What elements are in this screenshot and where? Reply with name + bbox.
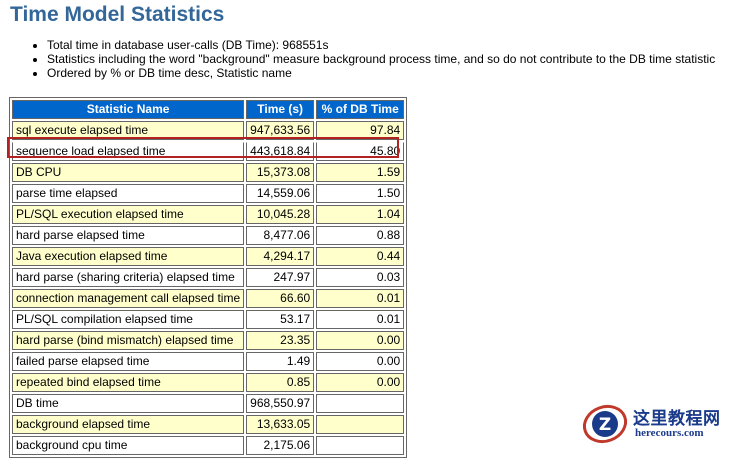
- cell-time: 968,550.97: [246, 394, 315, 413]
- cell-statistic-name: hard parse elapsed time: [12, 226, 245, 245]
- cell-statistic-name: DB CPU: [12, 163, 245, 182]
- watermark-logo-icon: Z: [582, 404, 628, 444]
- cell-time: 66.60: [246, 289, 315, 308]
- table-row: DB time 968,550.97: [12, 394, 405, 413]
- table-row-highlighted: sequence load elapsed time 443,618.84 45…: [12, 142, 405, 161]
- cell-time: 15,373.08: [246, 163, 315, 182]
- svg-text:Z: Z: [599, 415, 611, 435]
- watermark-url: herecours.com: [635, 427, 704, 439]
- cell-statistic-name: sql execute elapsed time: [12, 121, 245, 140]
- cell-pct: 0.03: [316, 268, 405, 287]
- note-item: Statistics including the word "backgroun…: [47, 52, 715, 66]
- note-item: Total time in database user-calls (DB Ti…: [47, 38, 715, 52]
- cell-time: 14,559.06: [246, 184, 315, 203]
- cell-pct: [316, 415, 405, 434]
- header-statistic-name: Statistic Name: [12, 100, 245, 119]
- table-row: PL/SQL execution elapsed time 10,045.28 …: [12, 205, 405, 224]
- cell-time: 443,618.84: [246, 142, 315, 161]
- cell-statistic-name: hard parse (bind mismatch) elapsed time: [12, 331, 245, 350]
- cell-time: 8,477.06: [246, 226, 315, 245]
- cell-statistic-name: PL/SQL compilation elapsed time: [12, 310, 245, 329]
- cell-pct: 1.59: [316, 163, 405, 182]
- cell-pct: 0.88: [316, 226, 405, 245]
- cell-time: 23.35: [246, 331, 315, 350]
- cell-statistic-name: parse time elapsed: [12, 184, 245, 203]
- cell-time: 2,175.06: [246, 436, 315, 455]
- note-item: Ordered by % or DB time desc, Statistic …: [47, 66, 715, 80]
- cell-time: 4,294.17: [246, 247, 315, 266]
- table-row: hard parse (sharing criteria) elapsed ti…: [12, 268, 405, 287]
- cell-statistic-name: hard parse (sharing criteria) elapsed ti…: [12, 268, 245, 287]
- cell-statistic-name: PL/SQL execution elapsed time: [12, 205, 245, 224]
- cell-time: 0.85: [246, 373, 315, 392]
- table-row: failed parse elapsed time 1.49 0.00: [12, 352, 405, 371]
- table-row: PL/SQL compilation elapsed time 53.17 0.…: [12, 310, 405, 329]
- header-pct-db-time: % of DB Time: [316, 100, 405, 119]
- cell-pct: 1.04: [316, 205, 405, 224]
- table-row: background cpu time 2,175.06: [12, 436, 405, 455]
- cell-time: 947,633.56: [246, 121, 315, 140]
- table-row: hard parse (bind mismatch) elapsed time …: [12, 331, 405, 350]
- table-header-row: Statistic Name Time (s) % of DB Time: [12, 100, 405, 119]
- cell-statistic-name: DB time: [12, 394, 245, 413]
- cell-time: 1.49: [246, 352, 315, 371]
- cell-time: 10,045.28: [246, 205, 315, 224]
- cell-statistic-name: sequence load elapsed time: [12, 142, 245, 161]
- header-time: Time (s): [246, 100, 315, 119]
- table-row: Java execution elapsed time 4,294.17 0.4…: [12, 247, 405, 266]
- cell-time: 247.97: [246, 268, 315, 287]
- cell-pct: 1.50: [316, 184, 405, 203]
- cell-statistic-name: background cpu time: [12, 436, 245, 455]
- watermark-title: 这里教程网: [633, 409, 721, 429]
- cell-statistic-name: failed parse elapsed time: [12, 352, 245, 371]
- table-row: sql execute elapsed time 947,633.56 97.8…: [12, 121, 405, 140]
- table-row: repeated bind elapsed time 0.85 0.00: [12, 373, 405, 392]
- watermark: Z 这里教程网 herecours.com: [581, 402, 729, 446]
- notes-list: Total time in database user-calls (DB Ti…: [30, 38, 715, 80]
- page-title: Time Model Statistics: [10, 3, 225, 26]
- time-model-table: Statistic Name Time (s) % of DB Time sql…: [9, 97, 408, 458]
- cell-time: 13,633.05: [246, 415, 315, 434]
- table-row: hard parse elapsed time 8,477.06 0.88: [12, 226, 405, 245]
- cell-statistic-name: background elapsed time: [12, 415, 245, 434]
- cell-pct: 45.80: [316, 142, 405, 161]
- cell-pct: 0.00: [316, 352, 405, 371]
- cell-pct: 0.00: [316, 331, 405, 350]
- cell-pct: 97.84: [316, 121, 405, 140]
- table-row: background elapsed time 13,633.05: [12, 415, 405, 434]
- cell-statistic-name: repeated bind elapsed time: [12, 373, 245, 392]
- cell-time: 53.17: [246, 310, 315, 329]
- cell-pct: [316, 394, 405, 413]
- cell-pct: 0.00: [316, 373, 405, 392]
- cell-statistic-name: connection management call elapsed time: [12, 289, 245, 308]
- cell-statistic-name: Java execution elapsed time: [12, 247, 245, 266]
- cell-pct: [316, 436, 405, 455]
- cell-pct: 0.44: [316, 247, 405, 266]
- table-row: DB CPU 15,373.08 1.59: [12, 163, 405, 182]
- cell-pct: 0.01: [316, 289, 405, 308]
- table-row: parse time elapsed 14,559.06 1.50: [12, 184, 405, 203]
- table-row: connection management call elapsed time …: [12, 289, 405, 308]
- cell-pct: 0.01: [316, 310, 405, 329]
